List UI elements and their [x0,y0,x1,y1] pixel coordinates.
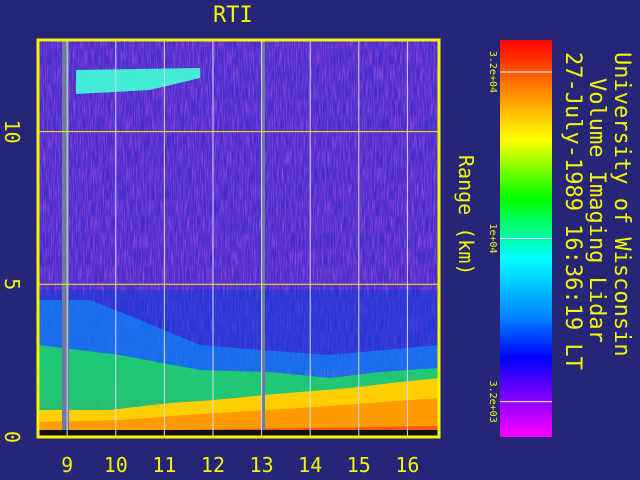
chart-title: RTI [213,3,253,28]
x-tick-label: 11 [152,453,176,477]
x-tick-label: 10 [104,453,128,477]
annotation-line-3: 27-July-1989 16:36:19 LT [560,52,585,370]
colorbar-tick-label: 3.2e+04 [487,51,498,93]
colorbar-tick-label: 3.2e+03 [487,381,498,423]
rti-chart: 9 10 11 12 13 14 15 16 0 5 10 3.2e+03 1e+04 3.2e+04 [0,38,552,477]
x-tick-label: 13 [250,453,274,477]
x-tick-label: 16 [395,453,419,477]
colorbar-tick-label: 1e+04 [487,223,498,253]
x-tick-label: 14 [298,453,322,477]
y-tick-label: 5 [0,278,24,290]
x-tick-label: 15 [347,453,371,477]
x-tick-label: 9 [61,453,73,477]
y-tick-labels: 0 5 10 [0,120,24,443]
y-axis-label: Range (km) [454,155,478,276]
y-tick-label: 10 [0,120,24,144]
rti-image [38,40,439,437]
x-tick-label: 12 [201,453,225,477]
y-tick-label: 0 [0,431,24,443]
annotation-line-1: University of Wisconsin [609,52,634,357]
annotation-line-2: Volume Imaging Lidar [584,78,609,343]
x-tick-labels: 9 10 11 12 13 14 15 16 [61,453,419,477]
